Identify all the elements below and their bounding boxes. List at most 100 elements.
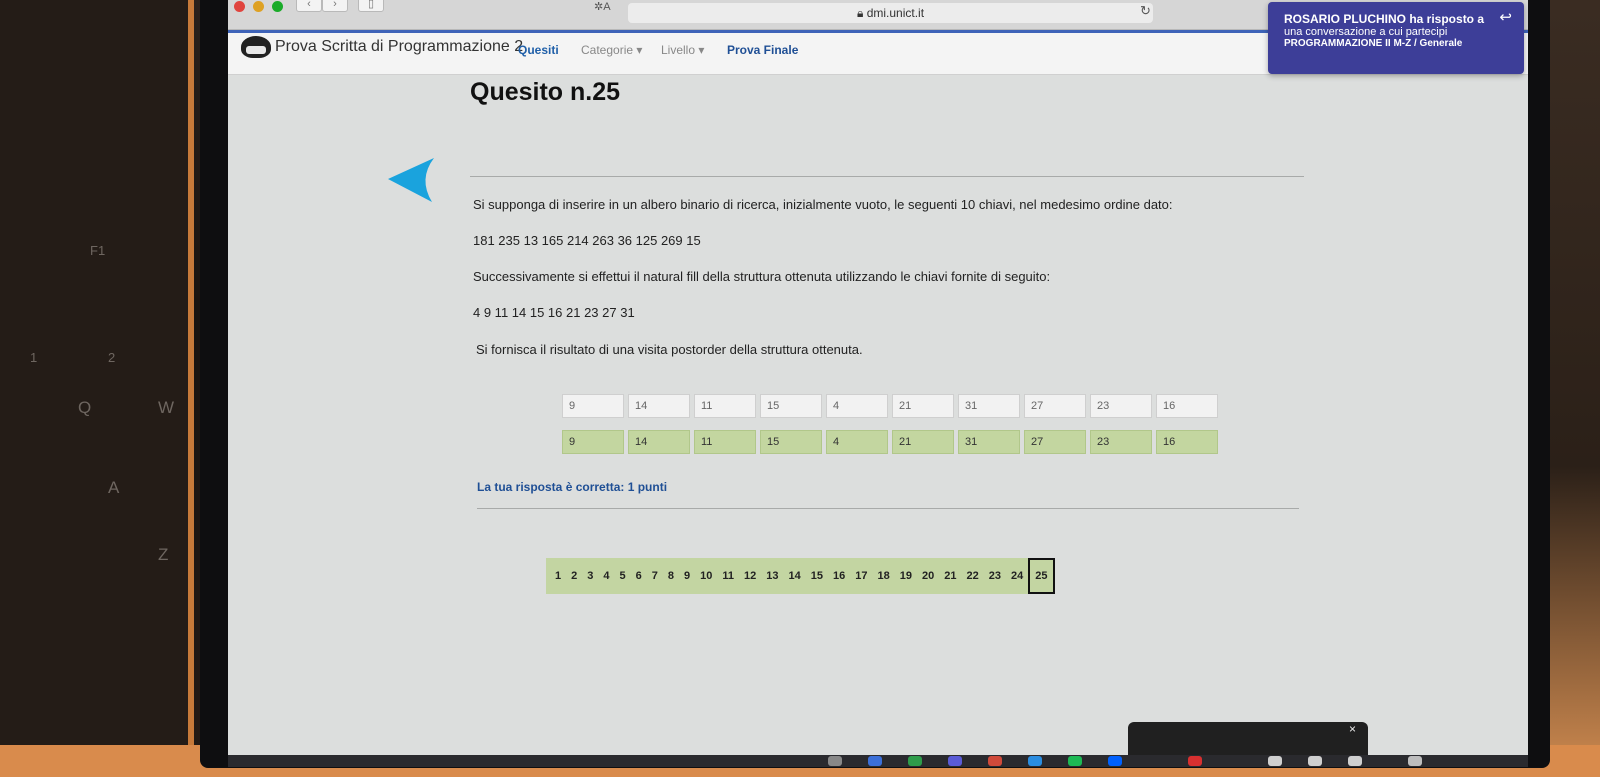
question-intro: Si supponga di inserire in un albero bin… [473, 197, 1173, 212]
page-link[interactable]: 12 [739, 558, 761, 594]
page-link-current[interactable]: 25 [1028, 558, 1055, 594]
correct-answer-cell: 16 [1156, 430, 1218, 454]
app-icon[interactable] [1348, 756, 1362, 766]
page-link[interactable]: 19 [895, 558, 917, 594]
divider-bottom [477, 508, 1299, 509]
answer-input[interactable]: 14 [628, 394, 690, 418]
question-instruction: Successivamente si effettui il natural f… [473, 269, 1051, 284]
nav-quesiti[interactable]: Quesiti [518, 43, 559, 57]
app-icon[interactable] [908, 756, 922, 766]
lock-icon: 🔒︎ [856, 6, 864, 20]
forward-nav-button[interactable]: › [322, 0, 348, 12]
page-link[interactable]: 8 [663, 558, 679, 594]
page-link[interactable]: 18 [873, 558, 895, 594]
page-link[interactable]: 21 [939, 558, 961, 594]
close-icon[interactable]: × [1349, 722, 1356, 736]
app-icon[interactable] [948, 756, 962, 766]
answer-input[interactable]: 27 [1024, 394, 1086, 418]
key-q: Q [78, 398, 92, 417]
key-1: 1 [30, 350, 38, 365]
question-fill-keys: 4 9 11 14 15 16 21 23 27 31 [473, 305, 635, 320]
answer-input[interactable]: 21 [892, 394, 954, 418]
page-link[interactable]: 11 [717, 558, 739, 594]
keyboard-area: F1 1 2 Q W A Z [0, 0, 188, 777]
answer-input[interactable]: 4 [826, 394, 888, 418]
result-message: La tua risposta è corretta: 1 punti [477, 480, 668, 494]
back-nav-button[interactable]: ‹ [296, 0, 322, 12]
app-icon[interactable] [1028, 756, 1042, 766]
correct-answer-cell: 31 [958, 430, 1020, 454]
app-icon[interactable] [1268, 756, 1282, 766]
page-link[interactable]: 6 [631, 558, 647, 594]
page-link[interactable]: 7 [647, 558, 663, 594]
trash-icon[interactable] [1408, 756, 1422, 766]
sidebar-toggle-button[interactable]: ▯ [358, 0, 384, 12]
nav-categorie-dropdown[interactable]: Categorie ▾ [581, 43, 642, 57]
question-prompt: Si fornisca il risultato di una visita p… [476, 342, 863, 357]
translate-icon[interactable]: ✲A [594, 0, 611, 13]
page-link[interactable]: 3 [582, 558, 598, 594]
divider-top [470, 176, 1304, 177]
answer-input[interactable]: 31 [958, 394, 1020, 418]
teams-notification[interactable]: ROSARIO PLUCHINO ha risposto a una conve… [1268, 2, 1524, 74]
logo-icon [241, 36, 271, 58]
main-content: Quesito n.25 Si supponga di inserire in … [228, 76, 1528, 755]
answer-input[interactable]: 23 [1090, 394, 1152, 418]
page-link[interactable]: 13 [761, 558, 783, 594]
page-link[interactable]: 20 [917, 558, 939, 594]
close-window-icon[interactable] [234, 1, 245, 12]
app-icon[interactable] [1188, 756, 1202, 766]
key-f1: F1 [90, 243, 106, 258]
nav-prova-finale[interactable]: Prova Finale [727, 43, 798, 57]
notification-title: ROSARIO PLUCHINO ha risposto a [1284, 12, 1485, 26]
page-link[interactable]: 4 [598, 558, 614, 594]
answer-input[interactable]: 15 [760, 394, 822, 418]
correct-answer-cell: 9 [562, 430, 624, 454]
page-link[interactable]: 14 [784, 558, 806, 594]
answer-input[interactable]: 9 [562, 394, 624, 418]
correct-answer-cell: 27 [1024, 430, 1086, 454]
maximize-window-icon[interactable] [272, 1, 283, 12]
page-link[interactable]: 17 [850, 558, 872, 594]
reload-icon[interactable]: ↻ [1140, 3, 1151, 19]
dropbox-icon[interactable] [1108, 756, 1122, 766]
page-link[interactable]: 23 [984, 558, 1006, 594]
correct-answer-cell: 23 [1090, 430, 1152, 454]
dock-bar [228, 755, 1528, 767]
taskbar-popup: × [1128, 722, 1368, 755]
spotify-icon[interactable] [1068, 756, 1082, 766]
answer-input[interactable]: 16 [1156, 394, 1218, 418]
app-icon[interactable] [988, 756, 1002, 766]
key-z: Z [158, 545, 169, 564]
answer-input[interactable]: 11 [694, 394, 756, 418]
question-pagination: 1 2 3 4 5 6 7 8 9 10 11 12 13 14 15 16 1… [546, 558, 1055, 594]
page-link[interactable]: 22 [962, 558, 984, 594]
laptop-screen: ‹ › ▯ ✲A 🔒︎ dmi.unict.it ↻ Prova Scritta… [228, 0, 1528, 755]
page-link[interactable]: 16 [828, 558, 850, 594]
key-w: W [158, 398, 175, 417]
back-arrow-icon[interactable] [388, 158, 436, 204]
correct-answer-cell: 4 [826, 430, 888, 454]
notification-group: PROGRAMMAZIONE II M-Z / Generale [1284, 38, 1463, 49]
page-link[interactable]: 5 [615, 558, 631, 594]
url-text: dmi.unict.it [866, 6, 925, 20]
notification-text: una conversazione a cui partecipi [1284, 26, 1448, 38]
page-link[interactable]: 15 [806, 558, 828, 594]
page-link[interactable]: 10 [695, 558, 717, 594]
page-link[interactable]: 24 [1006, 558, 1028, 594]
page-link[interactable]: 1 [550, 558, 566, 594]
nav-livello-dropdown[interactable]: Livello ▾ [661, 43, 704, 57]
app-title[interactable]: Prova Scritta di Programmazione 2 [275, 38, 523, 56]
desk-edge [188, 0, 194, 777]
address-bar[interactable]: 🔒︎ dmi.unict.it [628, 3, 1153, 23]
minimize-window-icon[interactable] [253, 1, 264, 12]
correct-answer-cell: 11 [694, 430, 756, 454]
app-icon[interactable] [868, 756, 882, 766]
answer-input-row: 9 14 11 15 4 21 31 27 23 16 [562, 394, 1218, 418]
app-icon[interactable] [828, 756, 842, 766]
app-icon[interactable] [1308, 756, 1322, 766]
page-link[interactable]: 2 [566, 558, 582, 594]
reply-icon[interactable]: ↩ [1499, 8, 1512, 26]
page-link[interactable]: 9 [679, 558, 695, 594]
question-title: Quesito n.25 [470, 78, 621, 106]
